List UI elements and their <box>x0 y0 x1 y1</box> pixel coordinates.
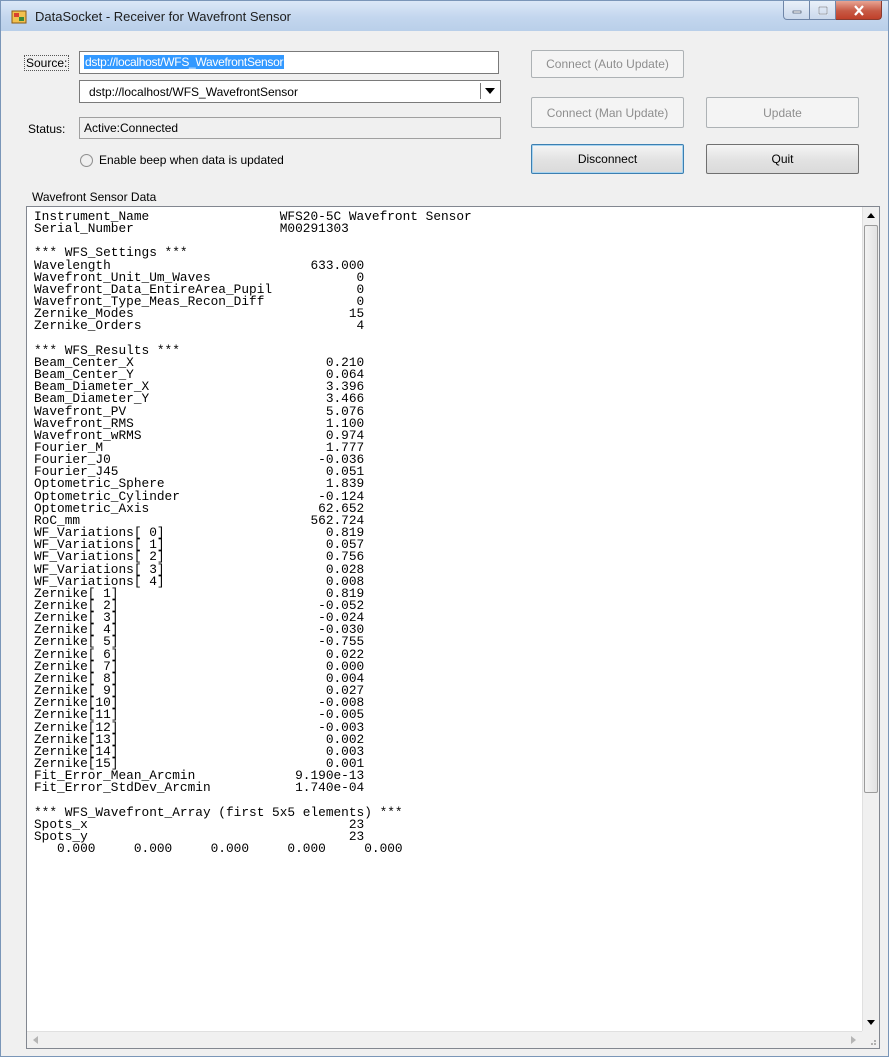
source-combobox[interactable]: dstp://localhost/WFS_WavefrontSensor <box>79 80 501 103</box>
quit-label: Quit <box>771 152 794 166</box>
status-field: Active:Connected <box>79 117 501 139</box>
app-icon <box>11 10 27 24</box>
wavefront-data-textarea[interactable]: Instrument_Name WFS20-5C Wavefront Senso… <box>26 206 880 1049</box>
source-label: Source: <box>24 55 70 71</box>
maximize-icon <box>817 5 828 15</box>
update-button[interactable]: Update <box>706 97 859 128</box>
combobox-dropdown-button[interactable] <box>480 83 498 99</box>
connect-auto-update-button[interactable]: Connect (Auto Update) <box>531 50 684 78</box>
scroll-up-icon[interactable] <box>867 213 875 218</box>
connect-man-update-button[interactable]: Connect (Man Update) <box>531 97 684 128</box>
minimize-icon <box>792 10 801 14</box>
beep-option[interactable]: Enable beep when data is updated <box>80 153 284 167</box>
quit-button[interactable]: Quit <box>706 144 859 174</box>
vertical-scroll-thumb[interactable] <box>864 225 878 793</box>
disconnect-button[interactable]: Disconnect <box>531 144 684 174</box>
wavefront-data-text: Instrument_Name WFS20-5C Wavefront Senso… <box>34 209 472 857</box>
window-title: DataSocket - Receiver for Wavefront Sens… <box>35 9 292 24</box>
data-section-label: Wavefront Sensor Data <box>32 190 157 204</box>
beep-option-label: Enable beep when data is updated <box>99 153 284 167</box>
resize-grip-icon <box>871 1040 876 1045</box>
scrollbar-corner <box>862 1031 879 1048</box>
title-bar[interactable]: DataSocket - Receiver for Wavefront Sens… <box>1 1 888 31</box>
vertical-scrollbar[interactable] <box>862 207 879 1031</box>
close-button[interactable] <box>836 1 882 20</box>
caption-buttons <box>783 1 882 21</box>
status-value: Active:Connected <box>84 121 179 135</box>
minimize-button[interactable] <box>783 1 810 20</box>
chevron-down-icon <box>484 88 495 94</box>
datasocket-receiver-window: DataSocket - Receiver for Wavefront Sens… <box>0 0 889 1057</box>
source-combobox-value: dstp://localhost/WFS_WavefrontSensor <box>89 85 298 99</box>
scroll-right-icon[interactable] <box>851 1036 856 1044</box>
source-input-value: dstp://localhost/WFS_WavefrontSensor <box>84 55 285 69</box>
scroll-left-icon[interactable] <box>33 1036 38 1044</box>
close-icon <box>853 4 864 16</box>
connect-auto-update-label: Connect (Auto Update) <box>546 57 669 71</box>
beep-radio-button[interactable] <box>80 153 93 167</box>
connect-man-update-label: Connect (Man Update) <box>546 105 669 120</box>
source-input[interactable]: dstp://localhost/WFS_WavefrontSensor <box>79 51 499 74</box>
horizontal-scrollbar[interactable] <box>27 1031 862 1048</box>
scroll-down-icon[interactable] <box>867 1020 875 1025</box>
disconnect-label: Disconnect <box>577 152 638 166</box>
update-label: Update <box>763 105 802 120</box>
status-label: Status: <box>28 122 66 136</box>
maximize-button[interactable] <box>810 1 836 20</box>
